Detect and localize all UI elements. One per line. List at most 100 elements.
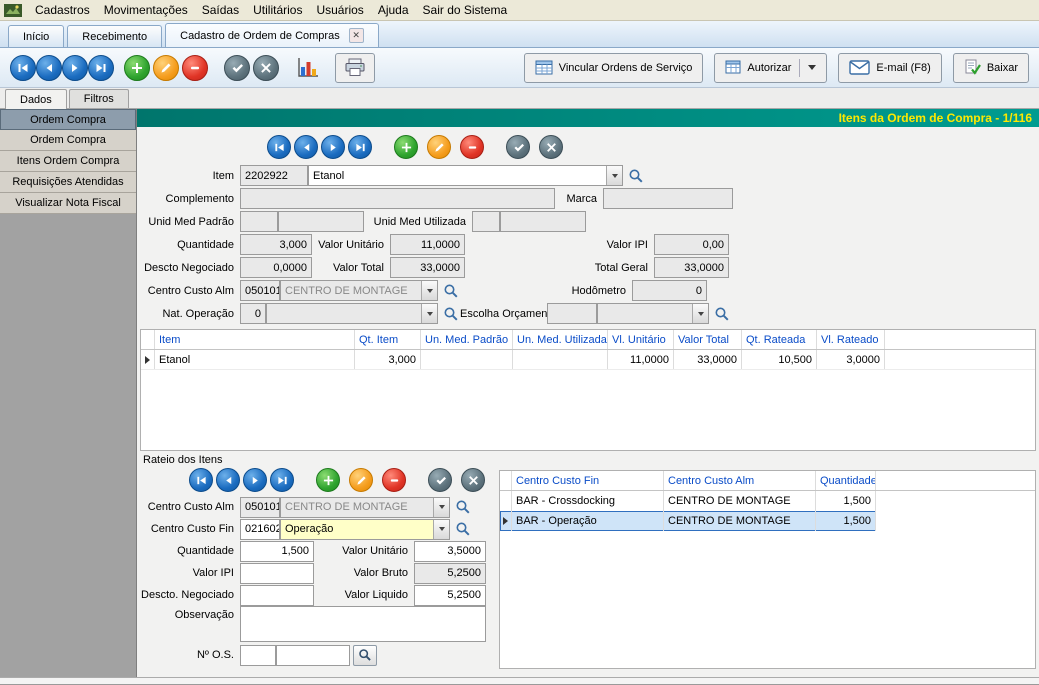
centro-custo-alm-search-icon[interactable] xyxy=(442,282,460,300)
rateio-quantidade-field[interactable]: 1,500 xyxy=(240,541,314,562)
menu-item-ajuda[interactable]: Ajuda xyxy=(371,1,416,19)
rateio-next-button[interactable] xyxy=(243,468,267,492)
tab-filtros[interactable]: Filtros xyxy=(69,89,129,108)
last-record-button[interactable] xyxy=(88,55,114,81)
item-delete-button[interactable] xyxy=(460,135,484,159)
centro-custo-alm-code-field[interactable]: 050101 xyxy=(240,280,280,301)
delete-button[interactable] xyxy=(182,55,208,81)
escolha-orcamento-combo[interactable] xyxy=(597,303,709,324)
rateio-table-row-selected[interactable]: BAR - Operação CENTRO DE MONTAGE 1,500 xyxy=(500,511,876,531)
item-next-button[interactable] xyxy=(321,135,345,159)
rateio-add-button[interactable] xyxy=(316,468,340,492)
rateio-centro-custo-alm-combo[interactable]: CENTRO DE MONTAGE xyxy=(280,497,450,518)
menu-item-sair-do-sistema[interactable]: Sair do Sistema xyxy=(416,1,515,19)
unid-med-padrao-code-field[interactable] xyxy=(240,211,278,232)
tab-recebimento[interactable]: Recebimento xyxy=(67,25,162,47)
menu-item-movimentacoes[interactable]: Movimentações xyxy=(97,1,195,19)
previous-record-button[interactable] xyxy=(36,55,62,81)
col-un-med-padrao[interactable]: Un. Med. Padrão xyxy=(421,330,513,349)
item-first-button[interactable] xyxy=(267,135,291,159)
numero-os-search-button[interactable] xyxy=(353,645,377,666)
rateio-centro-custo-fin-search-icon[interactable] xyxy=(454,520,472,538)
rateio-valor-ipi-field[interactable] xyxy=(240,563,314,584)
rateio-descto-negociado-field[interactable] xyxy=(240,585,314,606)
cancel-button[interactable] xyxy=(253,55,279,81)
complemento-field[interactable] xyxy=(240,188,555,209)
unid-med-utilizada-field[interactable] xyxy=(500,211,586,232)
hodometro-field[interactable]: 0 xyxy=(632,280,707,301)
sidebar-item-ordem-compra-selected[interactable]: Ordem Compra xyxy=(0,109,136,130)
item-cancel-button[interactable] xyxy=(539,135,563,159)
col-valor-total[interactable]: Valor Total xyxy=(674,330,742,349)
rateio-table-row[interactable]: BAR - Crossdocking CENTRO DE MONTAGE 1,5… xyxy=(500,491,876,511)
item-edit-button[interactable] xyxy=(427,135,451,159)
item-name-combo[interactable]: Etanol xyxy=(308,165,623,186)
dropdown-arrow-icon[interactable] xyxy=(421,281,437,300)
rateio-last-button[interactable] xyxy=(270,468,294,492)
valor-total-field[interactable]: 33,0000 xyxy=(390,257,465,278)
tab-cadastro-ordem-compras[interactable]: Cadastro de Ordem de Compras ✕ xyxy=(165,23,379,47)
close-tab-icon[interactable]: ✕ xyxy=(349,28,364,43)
rateio-first-button[interactable] xyxy=(189,468,213,492)
autorizar-button[interactable]: Autorizar xyxy=(714,53,827,83)
item-search-icon[interactable] xyxy=(627,167,645,185)
rateio-valor-bruto-field[interactable]: 5,2500 xyxy=(414,563,486,584)
rateio-delete-button[interactable] xyxy=(382,468,406,492)
dropdown-arrow-icon[interactable] xyxy=(421,304,437,323)
rateio-centro-custo-fin-combo[interactable]: Operação xyxy=(280,519,450,540)
item-code-field[interactable]: 2202922 xyxy=(240,165,308,186)
tab-inicio[interactable]: Início xyxy=(8,25,64,47)
edit-button[interactable] xyxy=(153,55,179,81)
menu-item-utilitarios[interactable]: Utilitários xyxy=(246,1,309,19)
nat-operacao-combo[interactable] xyxy=(266,303,438,324)
sidebar-item-itens-ordem-compra[interactable]: Itens Ordem Compra xyxy=(0,151,136,172)
print-button[interactable] xyxy=(335,53,375,83)
col-vl-unitario[interactable]: Vl. Unitário xyxy=(608,330,674,349)
valor-ipi-field[interactable]: 0,00 xyxy=(654,234,729,255)
items-table-row[interactable]: Etanol 3,000 11,0000 33,0000 10,500 3,00… xyxy=(141,350,1035,370)
unid-med-padrao-field[interactable] xyxy=(278,211,364,232)
col-centro-custo-fin[interactable]: Centro Custo Fin xyxy=(512,471,664,490)
col-qt-rateada[interactable]: Qt. Rateada xyxy=(742,330,817,349)
col-quantidade[interactable]: Quantidade xyxy=(816,471,876,490)
descto-negociado-field[interactable]: 0,0000 xyxy=(240,257,312,278)
rateio-centro-custo-alm-search-icon[interactable] xyxy=(454,498,472,516)
rateio-previous-button[interactable] xyxy=(216,468,240,492)
rateio-centro-custo-fin-code-field[interactable]: 021602 xyxy=(240,519,280,540)
dropdown-arrow-icon[interactable] xyxy=(692,304,708,323)
vincular-ordens-servico-button[interactable]: Vincular Ordens de Serviço xyxy=(524,53,704,83)
confirm-button[interactable] xyxy=(224,55,250,81)
rateio-edit-button[interactable] xyxy=(349,468,373,492)
escolha-orcamento-search-icon[interactable] xyxy=(713,305,731,323)
dropdown-arrow-icon[interactable] xyxy=(606,166,622,185)
menu-item-saidas[interactable]: Saídas xyxy=(195,1,246,19)
rateio-confirm-button[interactable] xyxy=(428,468,452,492)
item-last-button[interactable] xyxy=(348,135,372,159)
col-qt-item[interactable]: Qt. Item xyxy=(355,330,421,349)
col-item[interactable]: Item xyxy=(155,330,355,349)
item-add-button[interactable] xyxy=(394,135,418,159)
email-button[interactable]: E-mail (F8) xyxy=(838,53,941,83)
escolha-orcamento-code-field[interactable] xyxy=(547,303,597,324)
baixar-button[interactable]: Baixar xyxy=(953,53,1029,83)
item-previous-button[interactable] xyxy=(294,135,318,159)
rateio-cancel-button[interactable] xyxy=(461,468,485,492)
next-record-button[interactable] xyxy=(62,55,88,81)
numero-os-field-1[interactable] xyxy=(240,645,276,666)
menu-item-cadastros[interactable]: Cadastros xyxy=(28,1,97,19)
quantidade-field[interactable]: 3,000 xyxy=(240,234,312,255)
valor-unitario-field[interactable]: 11,0000 xyxy=(390,234,465,255)
col-vl-rateado[interactable]: Vl. Rateado xyxy=(817,330,885,349)
add-button[interactable] xyxy=(124,55,150,81)
sidebar-item-requisicoes-atendidas[interactable]: Requisições Atendidas xyxy=(0,172,136,193)
dropdown-arrow-icon[interactable] xyxy=(433,520,449,539)
rateio-valor-unitario-field[interactable]: 3,5000 xyxy=(414,541,486,562)
rateio-valor-liquido-field[interactable]: 5,2500 xyxy=(414,585,486,606)
col-centro-custo-alm[interactable]: Centro Custo Alm xyxy=(664,471,816,490)
total-geral-field[interactable]: 33,0000 xyxy=(654,257,729,278)
rateio-observacao-field[interactable] xyxy=(240,606,486,642)
rateio-centro-custo-alm-code-field[interactable]: 050101 xyxy=(240,497,280,518)
tab-dados[interactable]: Dados xyxy=(5,89,67,109)
sidebar-item-ordem-compra[interactable]: Ordem Compra xyxy=(0,130,136,151)
nat-operacao-search-icon[interactable] xyxy=(442,305,460,323)
